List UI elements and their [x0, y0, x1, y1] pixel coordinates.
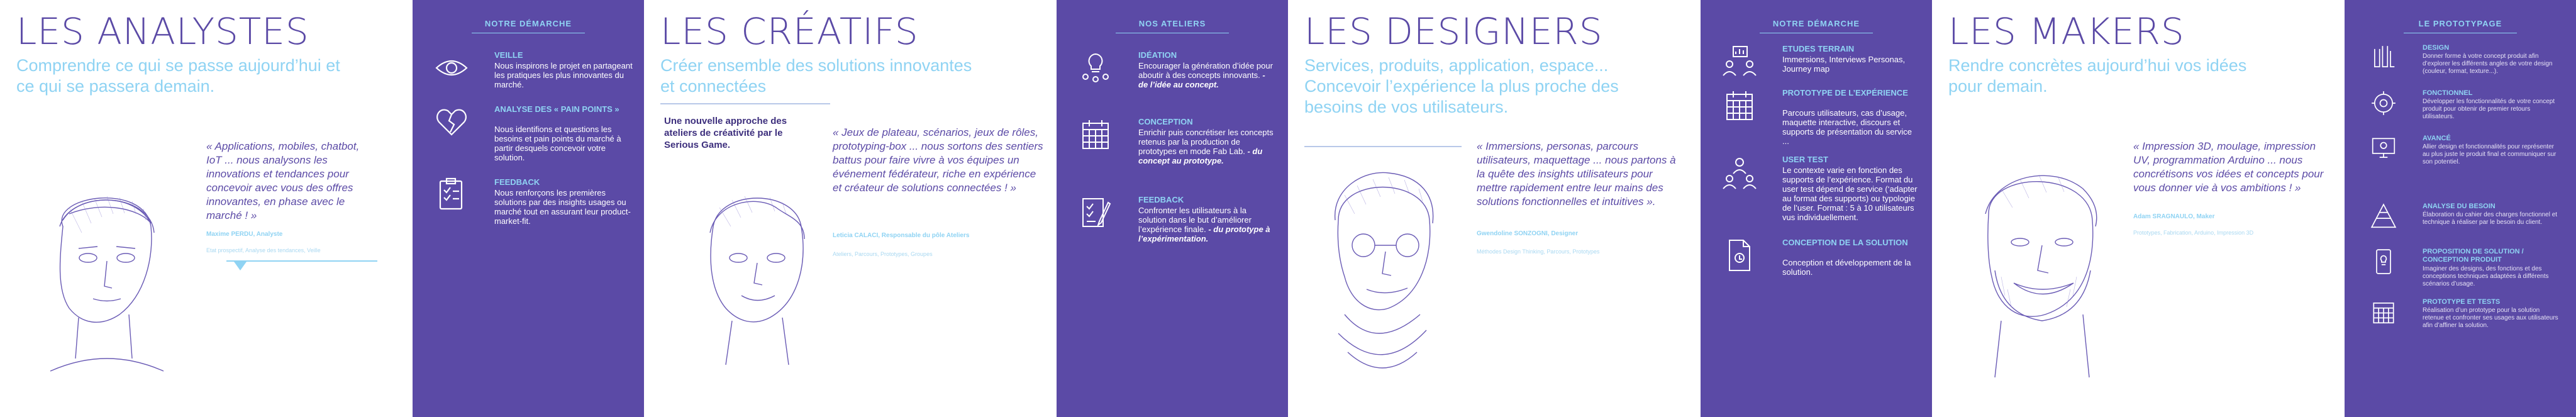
calendar-grid-icon: [1726, 91, 1753, 120]
testimonial-quote: « Impression 3D, moulage, impression UV,…: [2133, 140, 2324, 194]
testimonial-author-tags: Méthodes Design Thinking, Parcours, Prot…: [1477, 248, 1600, 255]
panel-subtitle: Créer ensemble des solutions innovantes …: [660, 56, 972, 96]
highlight-text: Une nouvelle approche des ateliers de cr…: [664, 116, 787, 150]
sidebar-title: NOTRE DÉMARCHE: [1772, 19, 1860, 28]
item-heading: DESIGN: [2423, 44, 2450, 52]
item-body: Imaginer des designs, des fonctions et d…: [2423, 265, 2549, 287]
item-body: Nous renforçons les premières solutions …: [494, 188, 631, 226]
panel-main: LES CRÉATIFS Créer ensemble des solution…: [644, 0, 1057, 417]
item-heading: PROPOSITION DE SOLUTION / CONCEPTION PRO…: [2423, 248, 2524, 264]
calendar-grid-icon: [2373, 302, 2394, 324]
lightbulb-people-icon: [1082, 53, 1109, 82]
gear-icon: [2372, 91, 2396, 115]
divider: [1304, 146, 1462, 147]
testimonial-author: Gwendoline SONZOGNI, Designer: [1477, 230, 1579, 237]
item-heading: IDÉATION: [1138, 50, 1177, 60]
item-heading: ANALYSE DES « PAIN POINTS »: [494, 104, 619, 114]
testimonial-quote: « Immersions, personas, parcours utilisa…: [1477, 140, 1676, 208]
sidebar: NOTRE DÉMARCHE ETUDES TERRAIN Immersions…: [1701, 0, 1932, 417]
item-heading: CONCEPTION DE LA SOLUTION: [1782, 238, 1908, 247]
item-body: Réalisation d’un prototype pour la solut…: [2423, 307, 2558, 329]
item-body: Enrichir puis concrétiser les concepts r…: [1138, 128, 1277, 165]
item-heading: ETUDES TERRAIN: [1782, 44, 1855, 53]
item-heading: FONCTIONNEL: [2423, 89, 2473, 97]
item-heading: FEEDBACK: [1138, 195, 1184, 204]
portrait-illustration: [1313, 164, 1452, 399]
panel-title: LES MAKERS: [1948, 10, 2185, 53]
clipboard-icon: [439, 177, 463, 210]
panel-main: LES ANALYSTES Comprendre ce qui se passe…: [0, 0, 413, 417]
item-body: Élaboration du cahier des charges foncti…: [2423, 211, 2558, 226]
broken-heart-icon: [436, 109, 467, 136]
sidebar-title: NOS ATELIERS: [1138, 19, 1206, 28]
test-tubes-icon: [2373, 46, 2395, 68]
panel-creatifs: LES CRÉATIFS Créer ensemble des solution…: [644, 0, 1288, 417]
testimonial-author-tags: Ateliers, Parcours, Prototypes, Groupes: [833, 251, 933, 257]
item-heading: PROTOTYPE DE L’EXPÉRIENCE: [1782, 88, 1908, 97]
testimonial-author-tags: Prototypes, Fabrication, Arduino, Impres…: [2133, 230, 2254, 236]
pyramid-icon: [2370, 203, 2397, 228]
calendar-grid-icon: [1082, 120, 1109, 149]
item-heading: VEILLE: [494, 50, 523, 60]
divider: [660, 103, 830, 104]
item-body: Développer les fonctionnalités de votre …: [2423, 98, 2555, 120]
testimonial-author: Leticia CALACI, Responsable du pôle Atel…: [833, 232, 970, 239]
panel-analystes: LES ANALYSTES Comprendre ce qui se passe…: [0, 0, 644, 417]
portrait-illustration: [682, 182, 826, 374]
item-heading: CONCEPTION: [1138, 117, 1193, 126]
item-heading: AVANCÉ: [2423, 135, 2451, 142]
item-heading: PROTOTYPE ET TESTS: [2423, 298, 2501, 306]
item-body: Conception et développement de la soluti…: [1782, 258, 1911, 277]
panel-makers: LES MAKERS Rendre concrètes aujourd’hui …: [1932, 0, 2576, 417]
testimonial-author: Adam SRAGNAULO, Maker: [2133, 213, 2215, 220]
item-heading: FEEDBACK: [494, 177, 540, 187]
panel-main: LES DESIGNERS Services, produits, applic…: [1288, 0, 1701, 417]
sidebar-title: LE PROTOTYPAGE: [2418, 19, 2502, 28]
item-body: Encourager la génération d’idée pour abo…: [1138, 61, 1277, 89]
item-heading: ANALYSE DU BESOIN: [2423, 203, 2496, 210]
panel-subtitle: Services, produits, application, espace.…: [1304, 56, 1619, 116]
testimonial-author-tags: Etat prospectif, Analyse des tendances, …: [206, 247, 321, 253]
portrait-illustration: [25, 170, 176, 381]
users-test-icon: [1723, 158, 1757, 189]
item-body-text: Encourager la génération d’idée pour abo…: [1138, 61, 1273, 80]
item-body: Confronter les utilisateurs à la solutio…: [1138, 206, 1277, 243]
item-body: Immersions, Interviews Personas, Journey…: [1782, 55, 1906, 74]
computer-icon: [2372, 138, 2396, 158]
item-body: Donner forme à votre concept produit afi…: [2423, 53, 2553, 75]
sidebar: NOS ATELIERS IDÉATION Encourager la géné…: [1057, 0, 1288, 417]
panel-title: LES CRÉATIFS: [660, 10, 919, 53]
panel-main: LES MAKERS Rendre concrètes aujourd’hui …: [1932, 0, 2345, 417]
item-body: Nous identifions et questions les besoin…: [494, 125, 621, 162]
speech-bubble-tail: [234, 262, 247, 270]
portrait-illustration: [1957, 157, 2127, 387]
sidebar: NOTRE DÉMARCHE VEILLE Nous inspirons le …: [413, 0, 644, 417]
document-icon: [1729, 240, 1750, 271]
item-heading: USER TEST: [1782, 155, 1828, 164]
panel-subtitle: Rendre concrètes aujourd’hui vos idées p…: [1948, 56, 2247, 96]
panel-title: LES ANALYSTES: [16, 10, 309, 53]
eye-icon: [435, 60, 468, 76]
testimonial-author: Maxime PERDU, Analyste: [206, 231, 283, 238]
panel-subtitle: Comprendre ce qui se passe aujourd’hui e…: [16, 56, 340, 96]
phone-bulb-icon: [2376, 249, 2391, 274]
people-chart-icon: [1723, 46, 1757, 76]
item-body: Allier design et fonctionnalités pour re…: [2423, 143, 2557, 165]
panel-title: LES DESIGNERS: [1304, 10, 1603, 53]
sidebar-title: NOTRE DÉMARCHE: [484, 19, 572, 28]
testimonial-quote: « Jeux de plateau, scénarios, jeux de rô…: [833, 126, 1043, 194]
clipboard-pen-icon: [1082, 198, 1111, 227]
item-body: Le contexte varie en fonction des suppor…: [1782, 165, 1918, 222]
sidebar: LE PROTOTYPAGE DESIGN Donner forme à vot…: [2345, 0, 2576, 417]
speech-bubble-line: [226, 260, 377, 262]
testimonial-quote: « Applications, mobiles, chatbot, IoT ..…: [206, 140, 360, 221]
item-body: Parcours utilisateurs, cas d’usage, maqu…: [1782, 108, 1912, 146]
panel-designers: LES DESIGNERS Services, produits, applic…: [1288, 0, 1932, 417]
item-body: Nous inspirons le projet en partageant l…: [494, 61, 633, 89]
